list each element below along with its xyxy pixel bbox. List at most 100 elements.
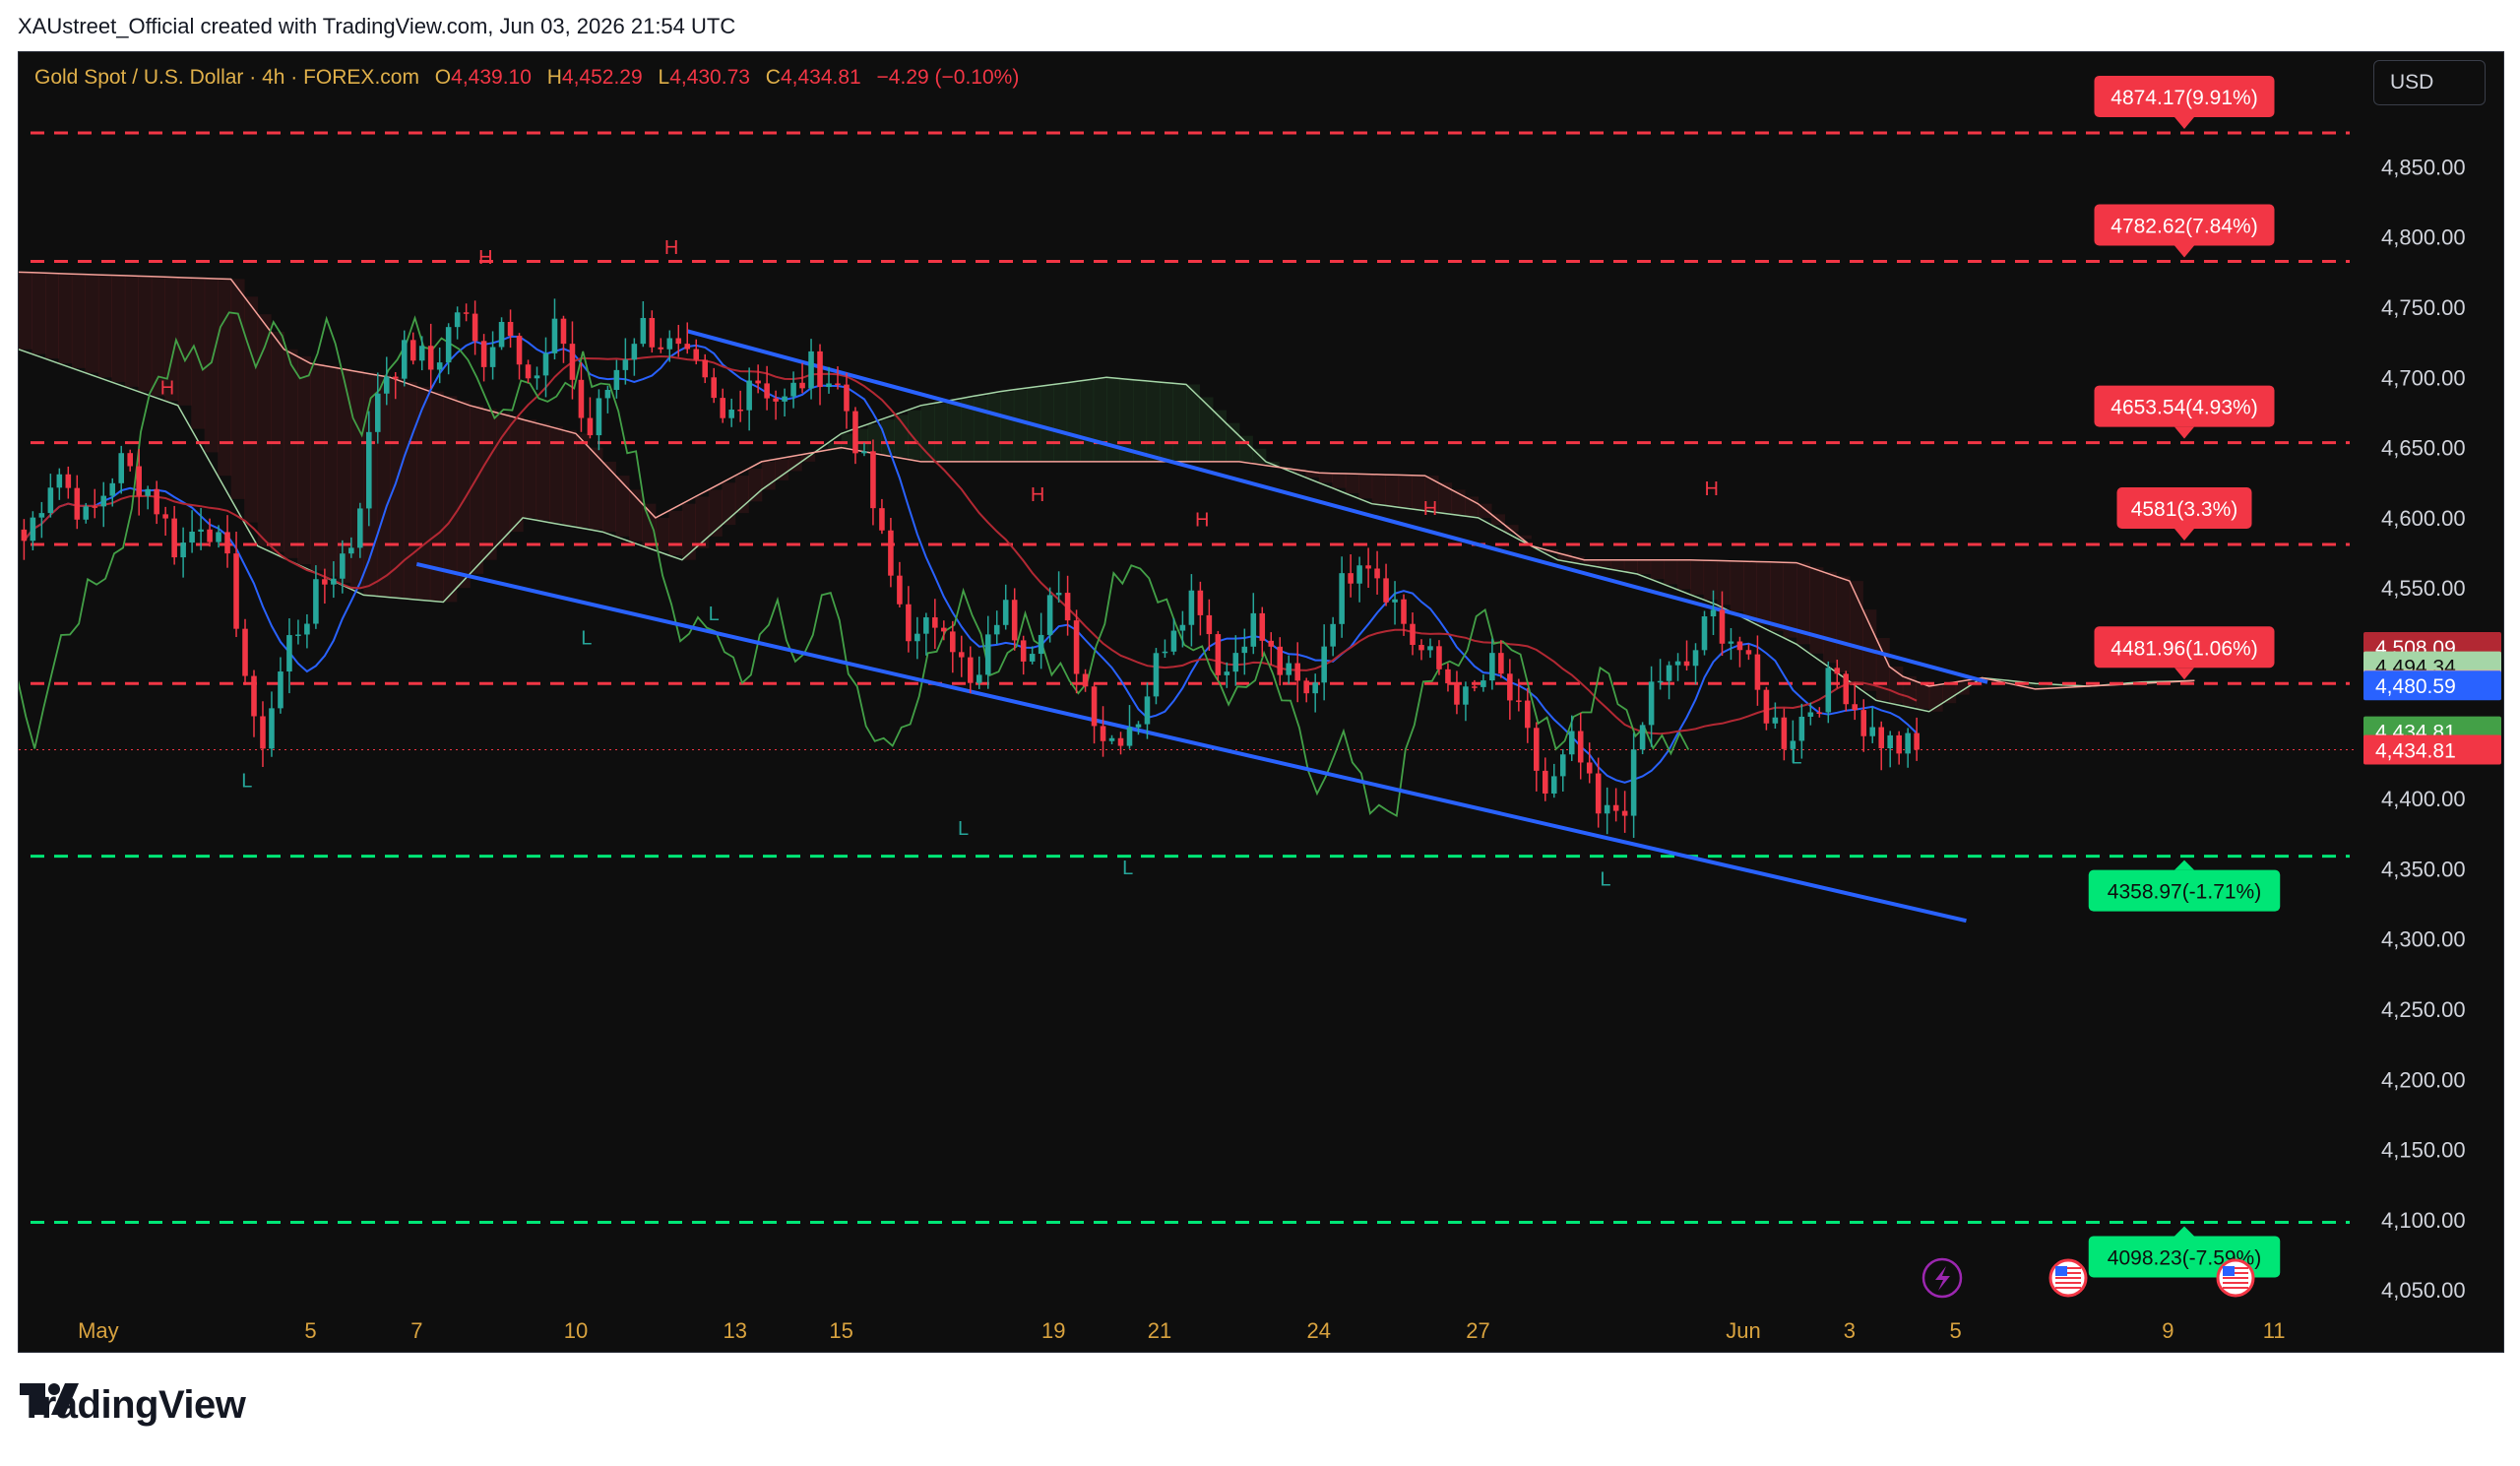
cloud-fill-segment — [1358, 474, 1373, 499]
candle-body — [906, 604, 912, 642]
candle-body — [1073, 620, 1080, 674]
cloud-fill-segment — [1770, 561, 1784, 631]
candle-body — [844, 384, 850, 412]
cloud-fill-segment — [1717, 560, 1732, 606]
currency-button[interactable]: USD — [2373, 60, 2486, 105]
cloud-fill-segment — [681, 503, 696, 560]
candle-body — [1825, 668, 1832, 713]
candle-body — [1498, 653, 1504, 674]
candle-body — [127, 453, 133, 467]
candle-body — [737, 410, 743, 412]
candle-body — [870, 451, 876, 509]
candle-body — [118, 453, 125, 483]
candle-body — [489, 347, 496, 367]
price-chart[interactable]: H H H L L L L L H H H L H L 4874.17(9.91%) 4782.62(7.8… — [19, 52, 2503, 1352]
cloud-fill-segment — [562, 429, 577, 526]
candle-body — [516, 336, 523, 365]
candle-body — [21, 529, 28, 542]
candle-body — [1816, 712, 1823, 714]
level-tag-pointer — [2174, 426, 2194, 439]
candle-body — [1674, 661, 1681, 666]
cloud-fill-segment — [881, 419, 895, 455]
candle-body — [1356, 565, 1362, 584]
candle-body — [83, 506, 90, 520]
cloud-fill-segment — [549, 426, 564, 523]
candle-body — [808, 351, 814, 389]
candle-body — [136, 466, 142, 496]
candle-body — [569, 344, 576, 380]
cloud-fill-segment — [496, 413, 511, 546]
y-axis-tick-label: 4,800.00 — [2381, 225, 2466, 250]
cloud-fill-segment — [1093, 379, 1107, 462]
candle-body — [242, 628, 248, 676]
level-tag-label: 4358.97(-1.71%) — [2108, 881, 2261, 904]
candle-body — [154, 488, 159, 515]
candle-body — [799, 382, 805, 389]
level-tag-pointer — [2174, 529, 2194, 542]
candle-body — [1082, 673, 1089, 687]
pivot-high-label: H — [664, 237, 678, 259]
candle-body — [1170, 630, 1177, 652]
y-axis-tick-label: 4,300.00 — [2381, 927, 2466, 952]
candle-body — [198, 529, 204, 532]
candle-body — [1843, 673, 1850, 705]
cloud-fill-segment — [1013, 389, 1028, 462]
chart-attribution: XAUstreet_Official created with TradingV… — [18, 14, 736, 38]
candle-body — [1781, 717, 1788, 749]
cloud-fill-segment — [1345, 474, 1359, 493]
candle-body — [472, 313, 478, 342]
candle-body — [1507, 673, 1513, 701]
candle-body — [1807, 712, 1814, 717]
cloud-fill-segment — [1942, 683, 1957, 704]
close-value: 4,434.81 — [780, 66, 861, 89]
cloud-fill-segment — [668, 510, 683, 555]
candle-body — [322, 579, 328, 585]
cloud-fill-segment — [1650, 559, 1665, 580]
candle-body — [1330, 623, 1336, 647]
candle-body — [596, 398, 602, 436]
candle-body — [463, 312, 470, 314]
candle-body — [1011, 600, 1018, 641]
candle-body — [1454, 683, 1460, 705]
candle-body — [1445, 669, 1451, 684]
candle-body — [65, 474, 72, 488]
cloud-fill-segment — [615, 476, 630, 537]
pivot-high-label: H — [1031, 484, 1044, 506]
y-axis-tick-label: 4,600.00 — [2381, 506, 2466, 531]
candle-body — [1516, 700, 1522, 702]
candle-body — [1666, 665, 1672, 681]
candle-body — [1312, 682, 1318, 694]
candle-body — [1852, 704, 1858, 711]
pivot-high-label: H — [160, 377, 174, 399]
candle-body — [1586, 762, 1593, 774]
pivot-low-label: L — [241, 771, 252, 793]
tradingview-brand[interactable]: TradingView — [20, 1383, 246, 1428]
candle-body — [711, 377, 717, 399]
candle-body — [720, 398, 725, 418]
candle-body — [861, 451, 867, 454]
cloud-fill-segment — [1318, 473, 1333, 483]
candle-body — [1215, 634, 1222, 675]
candle-body — [1197, 590, 1204, 615]
tradingview-logo-icon — [20, 1383, 79, 1415]
cloud-fill-segment — [1332, 473, 1347, 488]
candle-body — [1232, 653, 1239, 672]
level-tag-label: 4653.54(4.93%) — [2110, 397, 2257, 419]
candle-body — [427, 346, 434, 370]
chart-area[interactable]: H H H L L L L L H H H L H L 4874.17(9.91%) 4782.62(7.8… — [18, 51, 2504, 1353]
candle-body — [728, 410, 734, 418]
candle-body — [1029, 654, 1036, 662]
cloud-fill-segment — [523, 419, 537, 518]
candle-body — [1878, 727, 1884, 748]
candle-body — [1303, 680, 1309, 694]
cloud-fill-segment — [177, 277, 192, 406]
x-axis-tick-label: 21 — [1148, 1318, 1171, 1343]
candle-body — [1860, 710, 1867, 736]
cloud-fill-segment — [1703, 560, 1718, 601]
cloud-fill-segment — [1146, 380, 1161, 462]
candle-body — [251, 675, 257, 717]
level-tag-pointer — [2174, 116, 2194, 129]
cloud-fill-segment — [1053, 384, 1068, 462]
candle-body — [260, 716, 266, 749]
pivot-low-label: L — [1791, 746, 1801, 768]
